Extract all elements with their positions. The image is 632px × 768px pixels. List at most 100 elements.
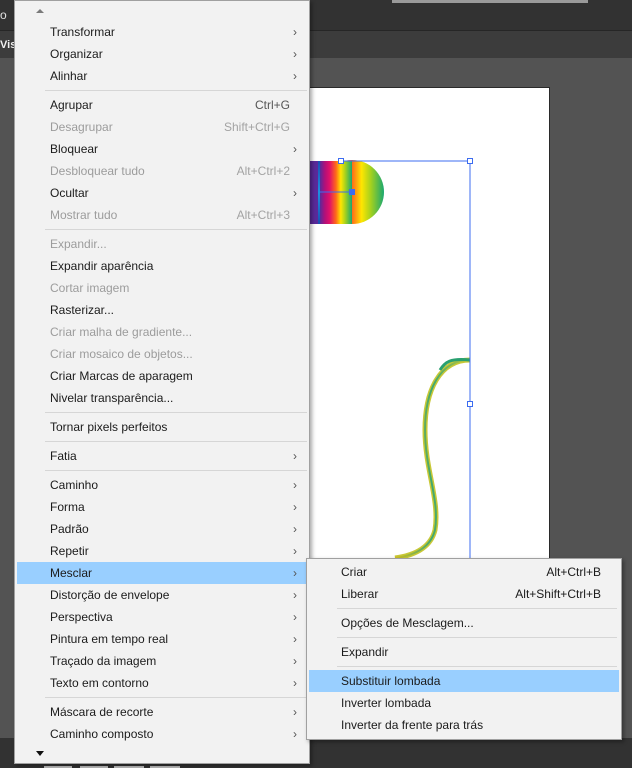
spine-path[interactable] — [394, 357, 471, 561]
chevron-right-icon: › — [293, 727, 297, 741]
chevron-right-icon: › — [293, 500, 297, 514]
menu-item-caminho[interactable]: Caminho › — [17, 474, 307, 496]
menu-item-label: Caminho composto — [50, 727, 154, 741]
menu-separator — [45, 441, 307, 442]
menu-item-desagrupar[interactable]: Desagrupar Shift+Ctrl+G — [17, 116, 307, 138]
menu-separator — [45, 697, 307, 698]
menu-item-label: Transformar — [50, 25, 115, 39]
menu-item-label: Tornar pixels perfeitos — [50, 420, 168, 434]
menu-item-label: Fatia — [50, 449, 77, 463]
chevron-right-icon: › — [293, 544, 297, 558]
submenu-item-inverter-da-frente-para-tras[interactable]: Inverter da frente para trás — [309, 714, 619, 736]
menu-separator — [45, 90, 307, 91]
menu-item-mesclar[interactable]: Mesclar › — [17, 562, 307, 584]
menu-item-label: Ocultar — [50, 186, 89, 200]
menu-item-label: Traçado da imagem — [50, 654, 157, 668]
menu-item-label: Mostrar tudo — [50, 208, 118, 222]
menu-item-label: Agrupar — [50, 98, 93, 112]
menu-item-transformar[interactable]: Transformar › — [17, 21, 307, 43]
menu-item-criar-mosaico-de-objetos[interactable]: Criar mosaico de objetos... — [17, 343, 307, 365]
menu-item-caminho-composto[interactable]: Caminho composto › — [17, 723, 307, 745]
object-menu: Transformar › Organizar › Alinhar › Agrupar Ctr… — [14, 0, 310, 764]
menu-item-label: Criar — [341, 565, 367, 579]
chevron-right-icon: › — [293, 705, 297, 719]
scroll-down-arrow-icon[interactable] — [36, 751, 44, 756]
menu-item-label: Organizar — [50, 47, 103, 61]
menu-separator — [337, 608, 617, 609]
menu-item-label: Distorção de envelope — [50, 588, 170, 602]
menu-item-forma[interactable]: Forma › — [17, 496, 307, 518]
menu-item-shortcut: Alt+Ctrl+3 — [236, 208, 290, 222]
menu-item-label: Desbloquear tudo — [50, 164, 145, 178]
submenu-item-inverter-lombada[interactable]: Inverter lombada — [309, 692, 619, 714]
menu-item-shortcut: Ctrl+G — [254, 98, 290, 112]
menu-item-mascara-de-recorte[interactable]: Máscara de recorte › — [17, 701, 307, 723]
menu-item-organizar[interactable]: Organizar › — [17, 43, 307, 65]
chevron-right-icon: › — [293, 25, 297, 39]
menu-item-label: Mesclar — [50, 566, 93, 580]
submenu-item-opcoes-de-mesclagem[interactable]: Opções de Mesclagem... — [309, 612, 619, 634]
menu-item-label: Opções de Mesclagem... — [341, 616, 474, 630]
menu-item-label: Expandir — [341, 645, 389, 659]
menu-item-expandir[interactable]: Expandir... — [17, 233, 307, 255]
menu-separator — [45, 470, 307, 471]
menu-item-label: Criar malha de gradiente... — [50, 325, 193, 339]
menu-item-expandir-aparencia[interactable]: Expandir aparência — [17, 255, 307, 277]
submenu-item-expandir[interactable]: Expandir — [309, 641, 619, 663]
menu-item-label: Máscara de recorte — [50, 705, 154, 719]
menu-item-mostrar-tudo[interactable]: Mostrar tudo Alt+Ctrl+3 — [17, 204, 307, 226]
chevron-right-icon: › — [293, 69, 297, 83]
menu-item-tracado-da-imagem[interactable]: Traçado da imagem › — [17, 650, 307, 672]
scroll-up-arrow-icon[interactable] — [36, 9, 44, 13]
menu-item-label: Texto em contorno — [50, 676, 149, 690]
chevron-right-icon: › — [293, 566, 297, 580]
menu-item-tornar-pixels-perfeitos[interactable]: Tornar pixels perfeitos — [17, 416, 307, 438]
menu-item-label: Expandir aparência — [50, 259, 154, 273]
menu-item-label: Forma — [50, 500, 85, 514]
menu-item-padrao[interactable]: Padrão › — [17, 518, 307, 540]
submenu-item-substituir-lombada[interactable]: Substituir lombada — [309, 670, 619, 692]
menu-item-criar-malha-de-gradiente[interactable]: Criar malha de gradiente... — [17, 321, 307, 343]
menu-item-fatia[interactable]: Fatia › — [17, 445, 307, 467]
menu-item-label: Caminho — [50, 478, 99, 492]
menu-item-shortcut: Alt+Ctrl+2 — [236, 164, 290, 178]
menu-separator — [45, 229, 307, 230]
menu-item-agrupar[interactable]: Agrupar Ctrl+G — [17, 94, 307, 116]
chevron-right-icon: › — [293, 632, 297, 646]
submenu-item-liberar[interactable]: Liberar Alt+Shift+Ctrl+B — [309, 583, 619, 605]
menu-item-repetir[interactable]: Repetir › — [17, 540, 307, 562]
menu-item-alinhar[interactable]: Alinhar › — [17, 65, 307, 87]
menu-item-label: Rasterizar... — [50, 303, 115, 317]
chevron-right-icon: › — [293, 610, 297, 624]
menu-item-bloquear[interactable]: Bloquear › — [17, 138, 307, 160]
menu-item-label: Substituir lombada — [341, 674, 441, 688]
menu-item-shortcut: Shift+Ctrl+G — [223, 120, 290, 134]
menu-item-label: Perspectiva — [50, 610, 113, 624]
menu-item-texto-em-contorno[interactable]: Texto em contorno › — [17, 672, 307, 694]
chevron-right-icon: › — [293, 47, 297, 61]
menu-item-desbloquear-tudo[interactable]: Desbloquear tudo Alt+Ctrl+2 — [17, 160, 307, 182]
menu-item-label: Repetir — [50, 544, 89, 558]
menu-item-label: Criar Marcas de aparagem — [50, 369, 193, 383]
menu-item-ocultar[interactable]: Ocultar › — [17, 182, 307, 204]
menu-separator — [337, 637, 617, 638]
menu-item-cortar-imagem[interactable]: Cortar imagem — [17, 277, 307, 299]
menu-item-label: Inverter da frente para trás — [341, 718, 484, 732]
menu-item-pintura-em-tempo-real[interactable]: Pintura em tempo real › — [17, 628, 307, 650]
chevron-right-icon: › — [293, 142, 297, 156]
menu-item-shortcut: Alt+Shift+Ctrl+B — [515, 587, 601, 601]
chevron-right-icon: › — [293, 676, 297, 690]
menu-separator — [45, 412, 307, 413]
submenu-item-criar[interactable]: Criar Alt+Ctrl+B — [309, 561, 619, 583]
chevron-right-icon: › — [293, 478, 297, 492]
menu-item-label: Criar mosaico de objetos... — [50, 347, 193, 361]
menu-item-nivelar-transparencia[interactable]: Nivelar transparência... — [17, 387, 307, 409]
menu-item-shortcut: Alt+Ctrl+B — [546, 565, 601, 579]
menu-item-label: Desagrupar — [50, 120, 113, 134]
menu-item-criar-marcas-de-aparagem[interactable]: Criar Marcas de aparagem — [17, 365, 307, 387]
menu-item-label: Alinhar — [50, 69, 88, 83]
menu-item-distorcao-de-envelope[interactable]: Distorção de envelope › — [17, 584, 307, 606]
menu-item-perspectiva[interactable]: Perspectiva › — [17, 606, 307, 628]
menu-item-rasterizar[interactable]: Rasterizar... — [17, 299, 307, 321]
chevron-right-icon: › — [293, 522, 297, 536]
